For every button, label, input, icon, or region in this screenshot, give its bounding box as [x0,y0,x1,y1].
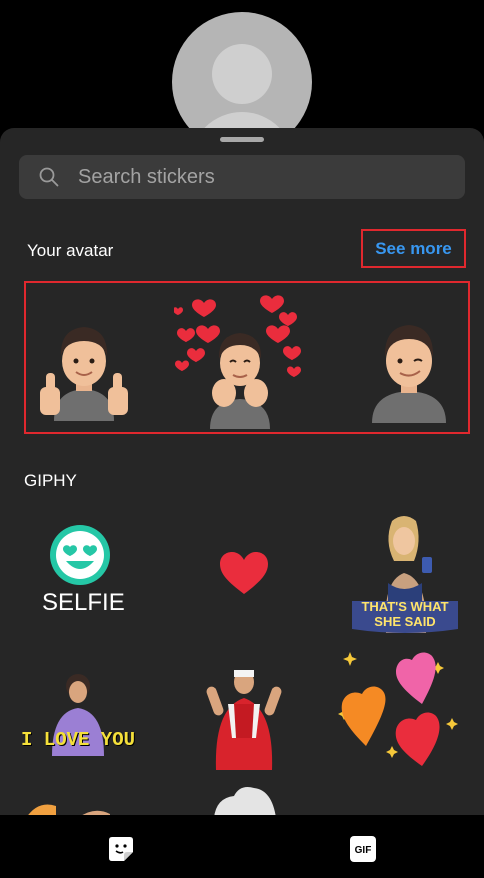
giphy-heading: GIPHY [24,471,77,490]
avatar-thumbs-up-sticker[interactable] [34,311,134,421]
your-avatar-heading: Your avatar [27,241,114,260]
selfie-sticker[interactable]: SELFIE [42,523,125,619]
sticker-tray-sheet: Your avatar See more [0,128,484,878]
i-love-you-sticker[interactable]: I LOVE YOU [14,674,142,756]
gif-icon[interactable]: GIF [348,834,378,864]
search-input[interactable] [78,165,438,189]
search-icon [39,167,59,187]
she-said-caption-line2: SHE SAID [374,614,436,629]
i-love-you-caption: I LOVE YOU [20,729,136,751]
profile-photo-area [0,0,484,130]
cloud-sticker-partial[interactable] [210,784,280,818]
drag-handle[interactable] [220,137,264,142]
gif-label: GIF [355,845,372,856]
selfie-caption: SELFIE [42,589,125,616]
avatar-wink-sticker[interactable] [364,313,454,423]
thats-what-she-said-sticker[interactable]: THAT'S WHAT SHE SAID [352,511,458,633]
fan-red-scarf-sticker[interactable] [206,668,282,770]
see-more-link[interactable]: See more [361,229,466,268]
avatar-stickers-row [24,281,470,434]
red-heart-sticker[interactable] [220,552,268,596]
hearts-sticker[interactable] [338,648,460,770]
sticker-icon[interactable] [106,834,136,864]
thats-what-caption-line1: THAT'S WHAT [361,599,449,614]
search-bar[interactable] [19,155,465,199]
profile-avatar-placeholder [172,12,312,130]
avatar-hearts-sticker[interactable] [174,289,306,429]
bottom-tab-bar: GIF [0,815,484,878]
heart-eyes-emoji-icon [50,525,110,585]
